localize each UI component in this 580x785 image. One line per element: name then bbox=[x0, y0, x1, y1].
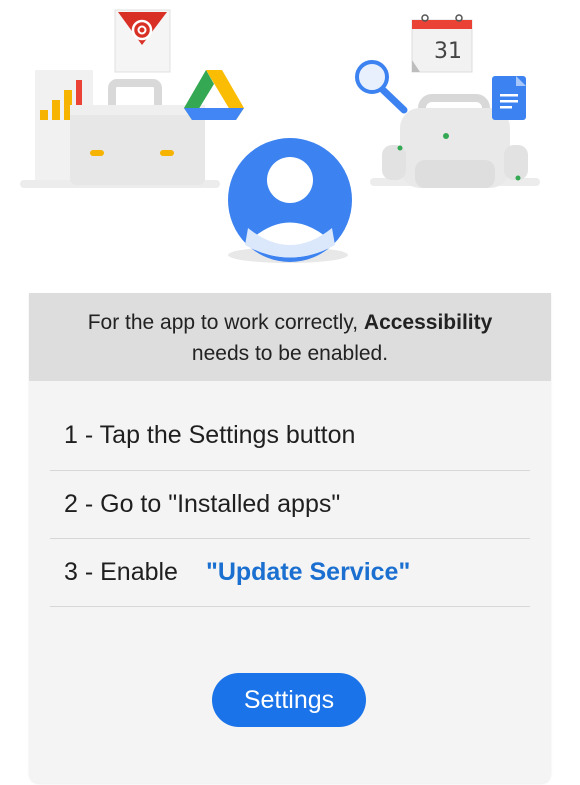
email-icon bbox=[114, 9, 171, 73]
accessibility-notice: For the app to work correctly, Accessibi… bbox=[29, 293, 551, 381]
accessibility-card: For the app to work correctly, Accessibi… bbox=[29, 293, 551, 783]
notice-text-line2: needs to be enabled. bbox=[191, 342, 389, 365]
notice-text: For the app to work correctly, bbox=[87, 311, 364, 334]
notice-bold-text: Accessibility bbox=[363, 311, 493, 334]
step-text: 2 - Go to "Installed apps" bbox=[64, 490, 341, 518]
update-service-label: "Update Service" bbox=[205, 558, 411, 586]
step-item: 3 - Enable "Update Service" bbox=[50, 539, 530, 607]
step-text: 1 - Tap the Settings button bbox=[64, 421, 356, 449]
magnifier-icon bbox=[355, 60, 408, 114]
calendar-day: 31 bbox=[434, 39, 462, 64]
settings-button[interactable]: Settings bbox=[212, 673, 366, 727]
steps-list: 1 - Tap the Settings button 2 - Go to "I… bbox=[50, 381, 530, 607]
step-text: 3 - Enable bbox=[64, 558, 178, 586]
document-icon bbox=[492, 76, 526, 120]
step-item: 2 - Go to "Installed apps" bbox=[50, 471, 530, 539]
drive-icon bbox=[184, 70, 244, 120]
hero-illustration: 31 bbox=[0, 0, 580, 290]
user-avatar-icon bbox=[228, 138, 352, 263]
step-item: 1 - Tap the Settings button bbox=[50, 401, 530, 471]
calendar-icon: 31 bbox=[411, 14, 473, 73]
